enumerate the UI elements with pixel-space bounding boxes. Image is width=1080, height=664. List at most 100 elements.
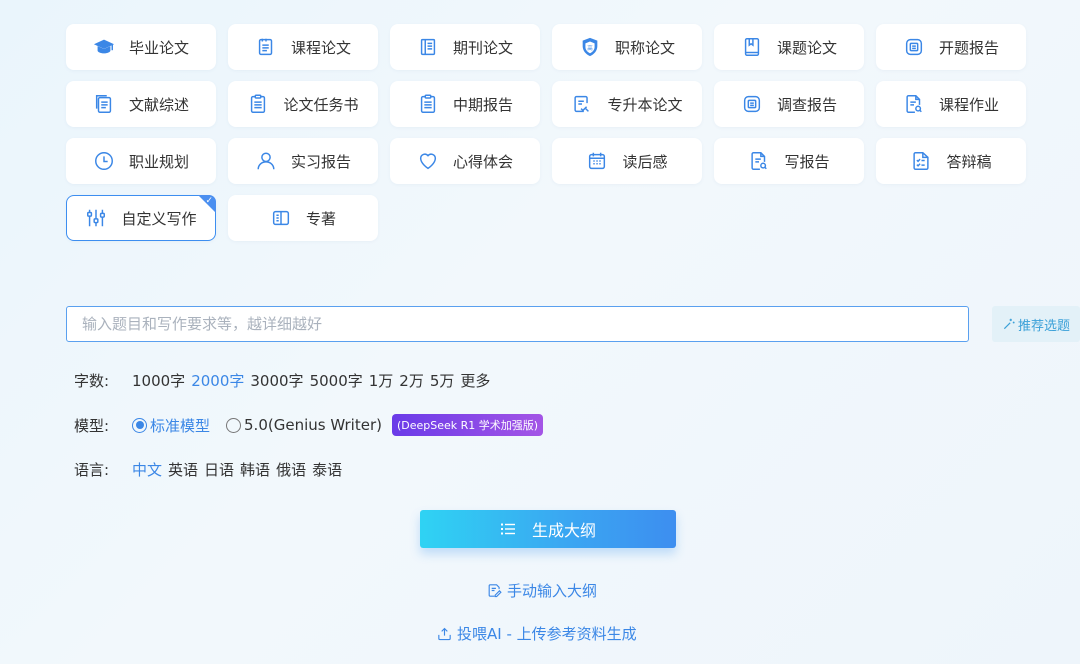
word-count-option-selected[interactable]: 2000字 xyxy=(191,370,244,391)
document-icon xyxy=(258,38,273,56)
upload-reference-link[interactable]: 投喂AI - 上传参考资料生成 xyxy=(436,623,637,644)
user-icon xyxy=(257,152,275,170)
category-label: 职称论文 xyxy=(614,38,675,57)
model-option-label: 5.0(Genius Writer) xyxy=(244,416,382,434)
language-option[interactable]: 韩语 xyxy=(240,459,270,480)
category-card-graduation-thesis[interactable]: 毕业论文 xyxy=(66,24,216,70)
topic-input[interactable] xyxy=(67,307,968,341)
category-label: 专著 xyxy=(305,209,336,228)
language-option[interactable]: 英语 xyxy=(168,459,198,480)
manual-outline-link[interactable]: 手动输入大纲 xyxy=(486,580,597,601)
clipboard-list-icon xyxy=(420,94,436,113)
category-card-defense-speech[interactable]: 答辩稿 xyxy=(876,138,1026,184)
category-label: 文献综述 xyxy=(128,95,189,114)
category-label: 心得体会 xyxy=(452,152,513,171)
category-label: 开题报告 xyxy=(938,38,999,57)
shield-badge-icon: 高 xyxy=(582,37,598,57)
category-label: 课程论文 xyxy=(290,38,351,57)
category-label: 期刊论文 xyxy=(452,38,513,57)
category-label: 调查报告 xyxy=(776,95,837,114)
model-radio-genius-writer[interactable]: 5.0(Genius Writer) xyxy=(226,416,382,434)
topic-input-container xyxy=(66,306,969,342)
category-label: 答辩稿 xyxy=(946,152,992,171)
language-option[interactable]: 泰语 xyxy=(312,459,342,480)
word-count-option[interactable]: 1000字 xyxy=(132,370,185,391)
book-icon xyxy=(744,38,760,56)
category-card-upgrade-paper[interactable]: 专升本论文 xyxy=(552,81,702,127)
document-edit-icon xyxy=(574,95,590,113)
category-card-write-report[interactable]: 写报告 xyxy=(714,138,864,184)
category-card-custom-writing[interactable]: ✓ 自定义写作 xyxy=(66,195,216,241)
language-option-selected[interactable]: 中文 xyxy=(132,459,162,480)
category-card-monograph[interactable]: 专著 xyxy=(228,195,378,241)
upload-icon xyxy=(438,627,451,641)
generate-outline-button[interactable]: 生成大纲 xyxy=(420,510,676,548)
radio-dot xyxy=(226,417,242,433)
category-card-journal-paper[interactable]: 期刊论文 xyxy=(390,24,540,70)
category-card-course-paper[interactable]: 课程论文 xyxy=(228,24,378,70)
category-card-proposal-report[interactable]: 开题报告 xyxy=(876,24,1026,70)
sliders-icon xyxy=(87,209,106,227)
category-grid: 毕业论文 课程论文 期刊论文 高 职称论文 课题论文 开题报告 文献综述 论文任… xyxy=(66,24,1026,241)
word-count-option[interactable]: 5万 xyxy=(430,370,455,391)
language-label: 语言: xyxy=(74,461,110,479)
word-count-option[interactable]: 更多 xyxy=(460,370,490,391)
category-card-title-paper[interactable]: 高 职称论文 xyxy=(552,24,702,70)
language-option[interactable]: 日语 xyxy=(204,459,234,480)
language-option[interactable]: 俄语 xyxy=(276,459,306,480)
graduation-cap-icon xyxy=(93,39,115,54)
language-row: 语言: 中文 英语 日语 韩语 俄语 泰语 xyxy=(74,459,348,480)
model-option-label: 标准模型 xyxy=(150,416,211,435)
edit-document-icon xyxy=(488,584,502,598)
category-label: 课程作业 xyxy=(938,95,999,114)
magic-wand-icon xyxy=(1003,318,1015,330)
word-count-option[interactable]: 1万 xyxy=(369,370,394,391)
clock-icon xyxy=(95,152,113,170)
model-label: 模型: xyxy=(74,416,110,435)
word-count-option[interactable]: 5000字 xyxy=(310,370,363,391)
category-label: 毕业论文 xyxy=(128,38,189,57)
document-search-icon xyxy=(751,152,768,170)
category-label: 写报告 xyxy=(784,152,830,171)
category-label: 自定义写作 xyxy=(121,209,197,228)
category-label: 课题论文 xyxy=(776,38,837,57)
report-icon xyxy=(743,95,761,113)
category-card-task-book[interactable]: 论文任务书 xyxy=(228,81,378,127)
category-card-career-plan[interactable]: 职业规划 xyxy=(66,138,216,184)
open-book-icon xyxy=(272,210,290,226)
word-count-row: 字数: 1000字 2000字 3000字 5000字 1万 2万 5万 更多 xyxy=(74,370,496,391)
category-label: 读后感 xyxy=(622,152,668,171)
category-card-course-assignment[interactable]: 课程作业 xyxy=(876,81,1026,127)
category-card-literature-review[interactable]: 文献综述 xyxy=(66,81,216,127)
category-card-survey-report[interactable]: 调查报告 xyxy=(714,81,864,127)
manual-outline-label: 手动输入大纲 xyxy=(507,582,598,600)
category-label: 专升本论文 xyxy=(607,95,683,114)
journal-icon xyxy=(420,38,436,56)
category-label: 职业规划 xyxy=(128,152,189,171)
list-icon xyxy=(500,523,515,535)
category-card-midterm-report[interactable]: 中期报告 xyxy=(390,81,540,127)
generate-outline-label: 生成大纲 xyxy=(531,521,596,540)
clipboard-icon xyxy=(251,94,266,113)
recommend-topic-button[interactable]: 推荐选题 xyxy=(992,306,1080,342)
model-radio-standard[interactable]: 标准模型 xyxy=(132,415,210,436)
calendar-icon xyxy=(589,152,606,170)
category-label: 中期报告 xyxy=(452,95,513,114)
model-row: 模型: 标准模型 5.0(Genius Writer) (DeepSeek R1… xyxy=(74,414,544,436)
document-stack-icon xyxy=(95,95,112,113)
upload-reference-label: 投喂AI - 上传参考资料生成 xyxy=(457,625,637,643)
category-card-topic-paper[interactable]: 课题论文 xyxy=(714,24,864,70)
check-icon: ✓ xyxy=(205,196,213,206)
category-card-book-review[interactable]: 读后感 xyxy=(552,138,702,184)
report-icon xyxy=(905,38,923,56)
category-card-reflections[interactable]: 心得体会 xyxy=(390,138,540,184)
recommend-topic-label: 推荐选题 xyxy=(1017,318,1070,334)
radio-dot xyxy=(132,417,147,433)
word-count-option[interactable]: 3000字 xyxy=(250,370,303,391)
category-label: 实习报告 xyxy=(290,152,351,171)
document-search-icon xyxy=(906,95,922,113)
svg-text:高: 高 xyxy=(587,44,593,52)
word-count-option[interactable]: 2万 xyxy=(399,370,424,391)
category-card-internship-report[interactable]: 实习报告 xyxy=(228,138,378,184)
category-label: 论文任务书 xyxy=(283,95,359,114)
